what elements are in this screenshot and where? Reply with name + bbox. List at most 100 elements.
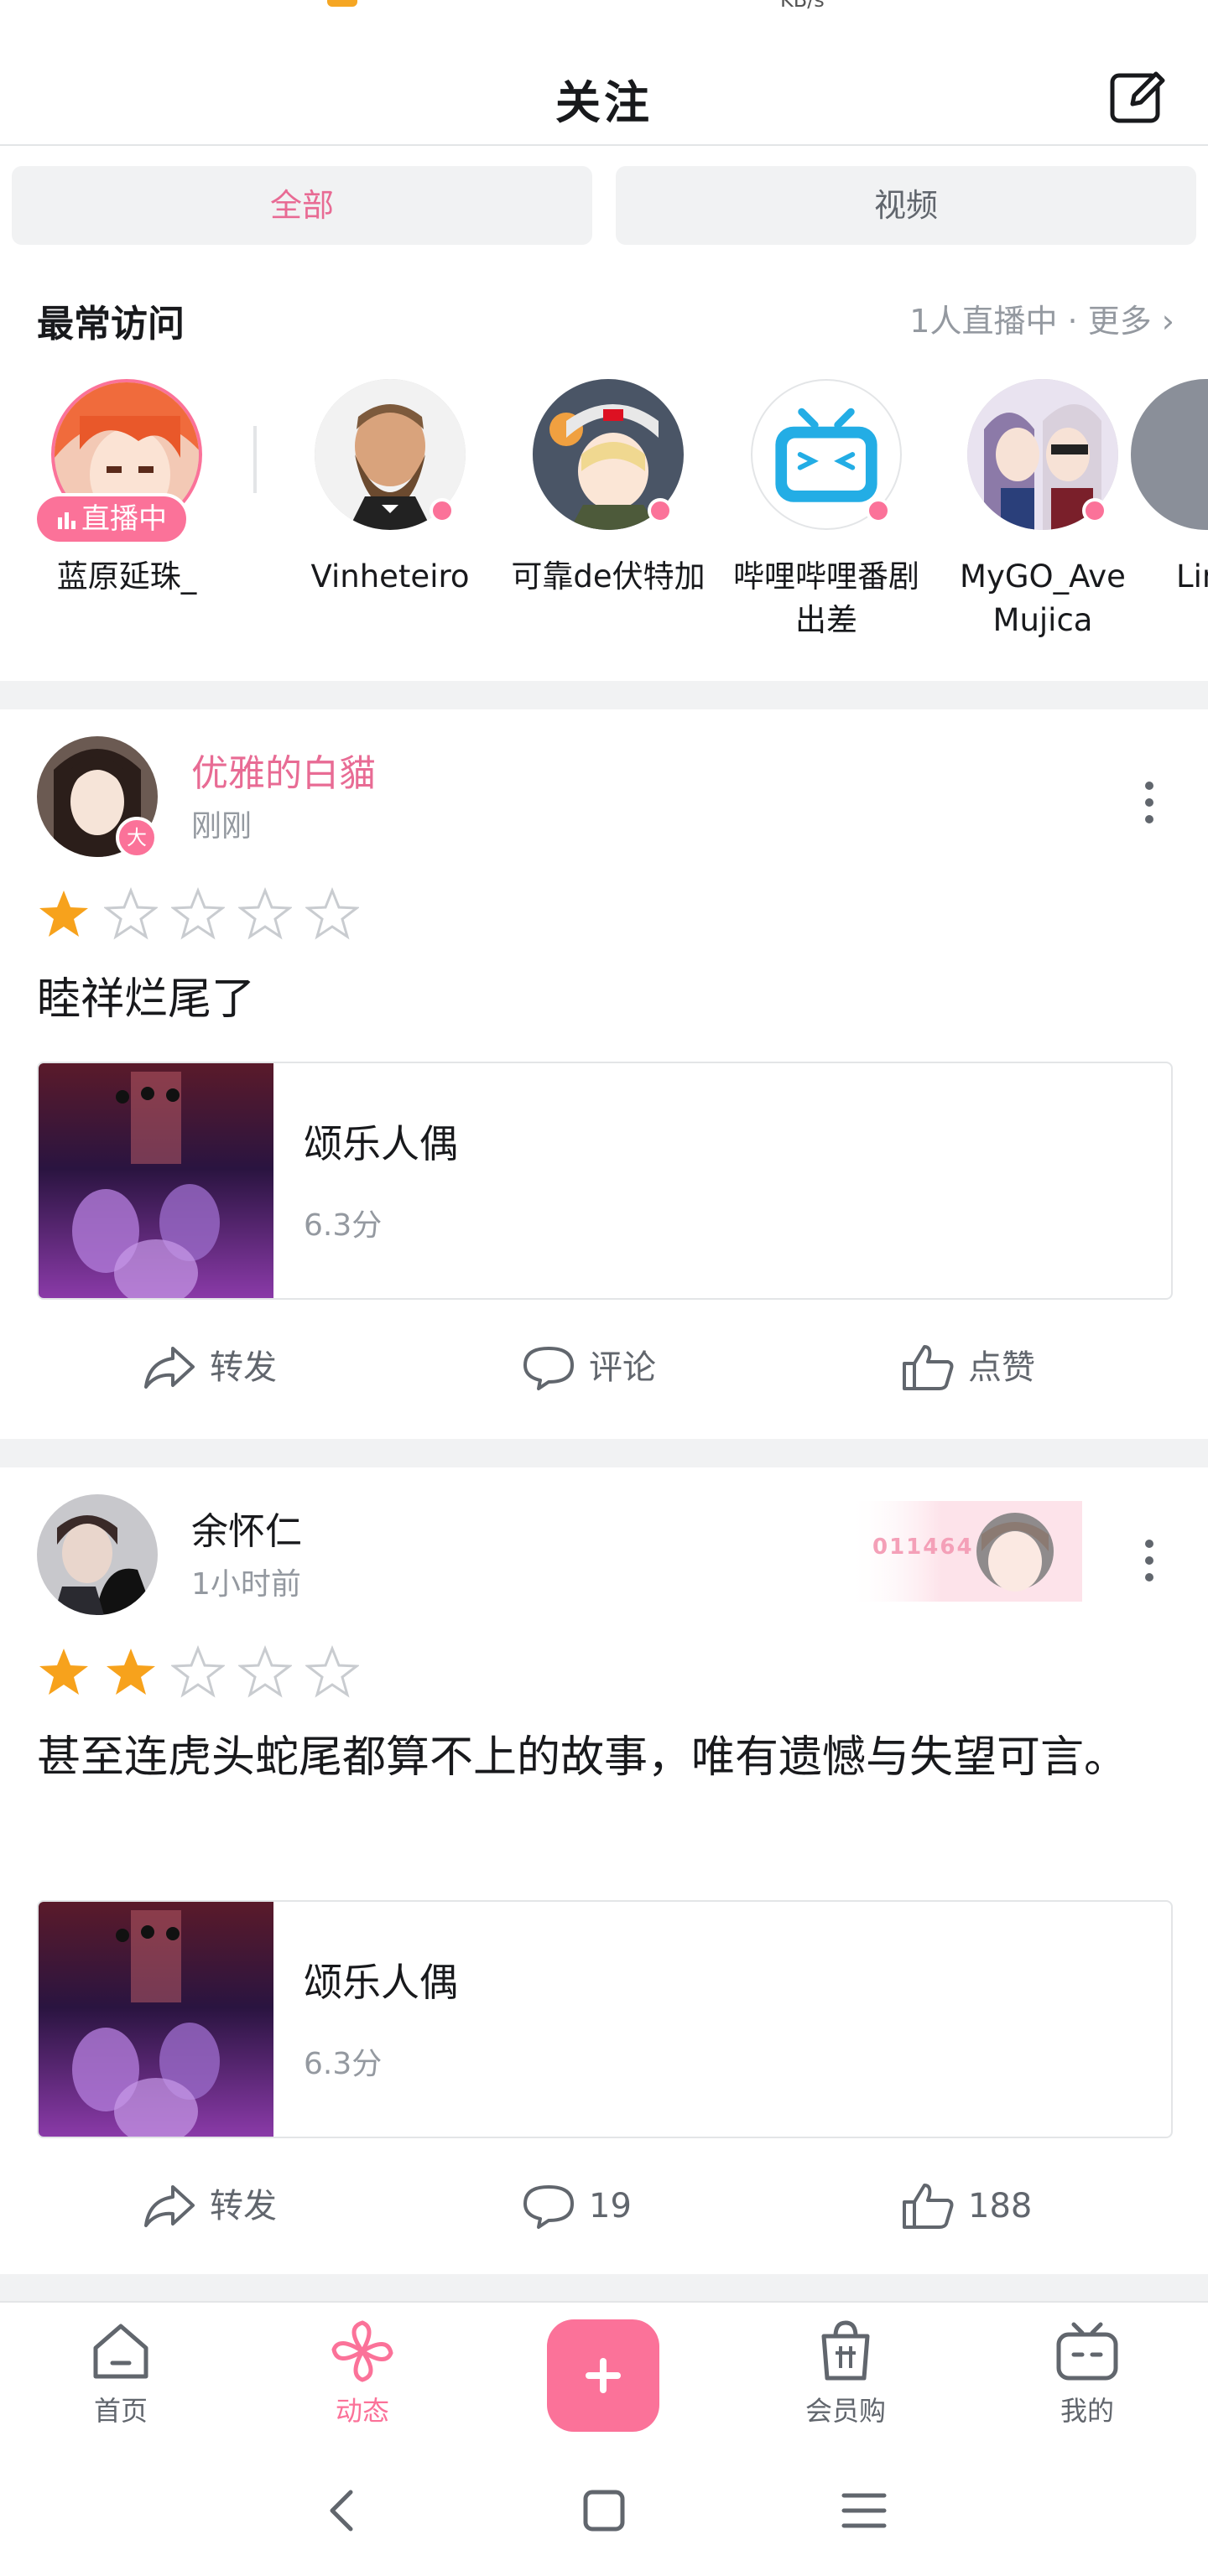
nav-shop[interactable]: 会员购 <box>778 2319 913 2428</box>
vip-badge: 大 <box>116 817 158 859</box>
comment-label: 评论 <box>589 1348 656 1387</box>
status-bar: KB/s <box>0 0 1208 17</box>
fan-number: 011464 <box>872 1535 974 1560</box>
star-empty-icon <box>305 1645 359 1698</box>
nav-label: 动态 <box>335 2395 389 2427</box>
comment-icon <box>523 2185 574 2229</box>
post-time: 刚刚 <box>191 809 253 844</box>
anime-cover <box>39 1902 273 2137</box>
card-score: 6.3分 <box>304 1208 383 1243</box>
pinwheel-icon <box>331 2320 393 2382</box>
post-text: 甚至连虎头蛇尾都算不上的故事，唯有遗憾与失望可言。 <box>37 1732 1128 1783</box>
visit-name: Lin <box>1176 558 1208 595</box>
card-title: 颂乐人偶 <box>304 1121 458 1166</box>
post-text: 睦祥烂尾了 <box>37 974 256 1025</box>
author-name[interactable]: 余怀仁 <box>191 1501 302 1555</box>
compose-button[interactable] <box>1107 67 1168 127</box>
update-dot <box>430 498 455 523</box>
post-time: 1小时前 <box>191 1567 301 1602</box>
frequent-visits-list: 直播中 蓝原延珠_ Vinheteiro 可靠de伏特加 哔哩哔哩番剧出差 My… <box>0 376 1208 652</box>
visit-user[interactable]: 直播中 蓝原延珠_ <box>22 376 232 644</box>
post-actions: 转发 19 188 <box>0 2168 1208 2244</box>
star-empty-icon <box>238 1645 292 1698</box>
star-filled-icon <box>107 1649 155 1695</box>
feed-post: 大 优雅的白貓 刚刚 睦祥烂尾了 颂乐人偶 6.3分 转发 评论 点赞 <box>0 709 1208 1439</box>
more-options-button[interactable] <box>1141 782 1158 828</box>
section-gap <box>0 681 1208 709</box>
menu-icon[interactable] <box>839 2485 889 2536</box>
visit-name: 可靠de伏特加 <box>511 558 706 595</box>
top-bar: 关注 <box>0 34 1208 146</box>
nav-mine[interactable]: 我的 <box>1020 2319 1154 2428</box>
nav-label: 首页 <box>93 2395 148 2427</box>
visit-user[interactable]: MyGO_Ave Mujica <box>938 376 1148 644</box>
visit-user[interactable]: Vinheteiro <box>285 376 495 644</box>
author-avatar[interactable] <box>37 1494 158 1615</box>
update-dot <box>1082 498 1107 523</box>
tab-all[interactable]: 全部 <box>12 166 592 245</box>
visit-name: MyGO_Ave Mujica <box>960 558 1126 638</box>
notification-icon <box>327 0 357 7</box>
update-dot <box>866 498 891 523</box>
visit-user[interactable]: Lin <box>1131 376 1208 644</box>
edit-icon <box>1110 71 1165 123</box>
shopping-bag-icon <box>821 2320 870 2381</box>
comment-count: 19 <box>589 2187 632 2225</box>
comment-button[interactable]: 19 <box>522 2168 690 2244</box>
star-empty-icon <box>104 887 158 940</box>
back-icon[interactable] <box>319 2485 369 2536</box>
visit-user[interactable]: 可靠de伏特加 <box>503 376 713 644</box>
share-icon <box>144 2185 195 2227</box>
nav-label: 会员购 <box>804 2395 886 2427</box>
live-badge-label: 直播中 <box>81 502 167 536</box>
frequent-visits-header: 最常访问 1人直播中 · 更多 › <box>37 288 1174 347</box>
anime-card[interactable]: 颂乐人偶 6.3分 <box>37 1062 1173 1300</box>
tv-icon <box>1056 2322 1118 2381</box>
page-title: 关注 <box>555 76 653 129</box>
repost-label: 转发 <box>210 1348 277 1387</box>
like-button[interactable]: 点赞 <box>901 1330 1069 1405</box>
live-bars-icon <box>58 512 76 529</box>
comment-button[interactable]: 评论 <box>522 1330 690 1405</box>
star-empty-icon <box>171 887 225 940</box>
visit-name: Vinheteiro <box>310 558 470 595</box>
star-filled-icon <box>39 1649 88 1695</box>
card-title: 颂乐人偶 <box>304 1960 458 2005</box>
post-actions: 转发 评论 点赞 <box>0 1330 1208 1405</box>
section-title: 最常访问 <box>37 303 185 345</box>
fan-badge-card: 011464 <box>847 1501 1082 1602</box>
like-count: 188 <box>968 2187 1033 2225</box>
thumbs-up-icon <box>903 1345 954 1390</box>
section-gap <box>0 2274 1208 2303</box>
author-name[interactable]: 优雅的白貓 <box>191 743 376 797</box>
comment-icon <box>523 1347 574 1390</box>
visit-name: 蓝原延珠_ <box>56 558 197 595</box>
like-label: 点赞 <box>968 1348 1035 1387</box>
bottom-nav: 首页 动态 会员购 我的 <box>0 2301 1208 2444</box>
more-options-button[interactable] <box>1141 1540 1158 1587</box>
nav-home[interactable]: 首页 <box>54 2319 188 2428</box>
system-nav-bar <box>0 2444 1208 2576</box>
card-score: 6.3分 <box>304 2047 383 2081</box>
feed-post: 余怀仁 1小时前 011464 甚至连虎头蛇尾都算不上的故事，唯有遗憾与失望可言… <box>0 1467 1208 2289</box>
repost-button[interactable]: 转发 <box>143 1330 310 1405</box>
update-dot <box>648 498 673 523</box>
live-badge: 直播中 <box>34 493 190 545</box>
repost-button[interactable]: 转发 <box>143 2168 310 2244</box>
section-gap <box>0 1439 1208 1467</box>
publish-plus-button[interactable] <box>547 2319 659 2432</box>
visit-user[interactable]: 哔哩哔哩番剧出差 <box>721 376 931 644</box>
tab-video[interactable]: 视频 <box>616 166 1196 245</box>
share-icon <box>144 1347 195 1389</box>
anime-card[interactable]: 颂乐人偶 6.3分 <box>37 1900 1173 2138</box>
network-speed: KB/s <box>780 0 825 12</box>
home-icon <box>93 2324 148 2379</box>
star-empty-icon <box>171 1645 225 1698</box>
star-empty-icon <box>238 887 292 940</box>
home-square-icon[interactable] <box>579 2485 629 2536</box>
nav-dynamics[interactable]: 动态 <box>295 2319 430 2428</box>
more-link[interactable]: 1人直播中 · 更多 › <box>909 295 1174 341</box>
like-button[interactable]: 188 <box>901 2168 1069 2244</box>
visit-name: 哔哩哔哩番剧出差 <box>733 558 919 638</box>
feed-tabs: 全部 视频 <box>12 166 1196 245</box>
